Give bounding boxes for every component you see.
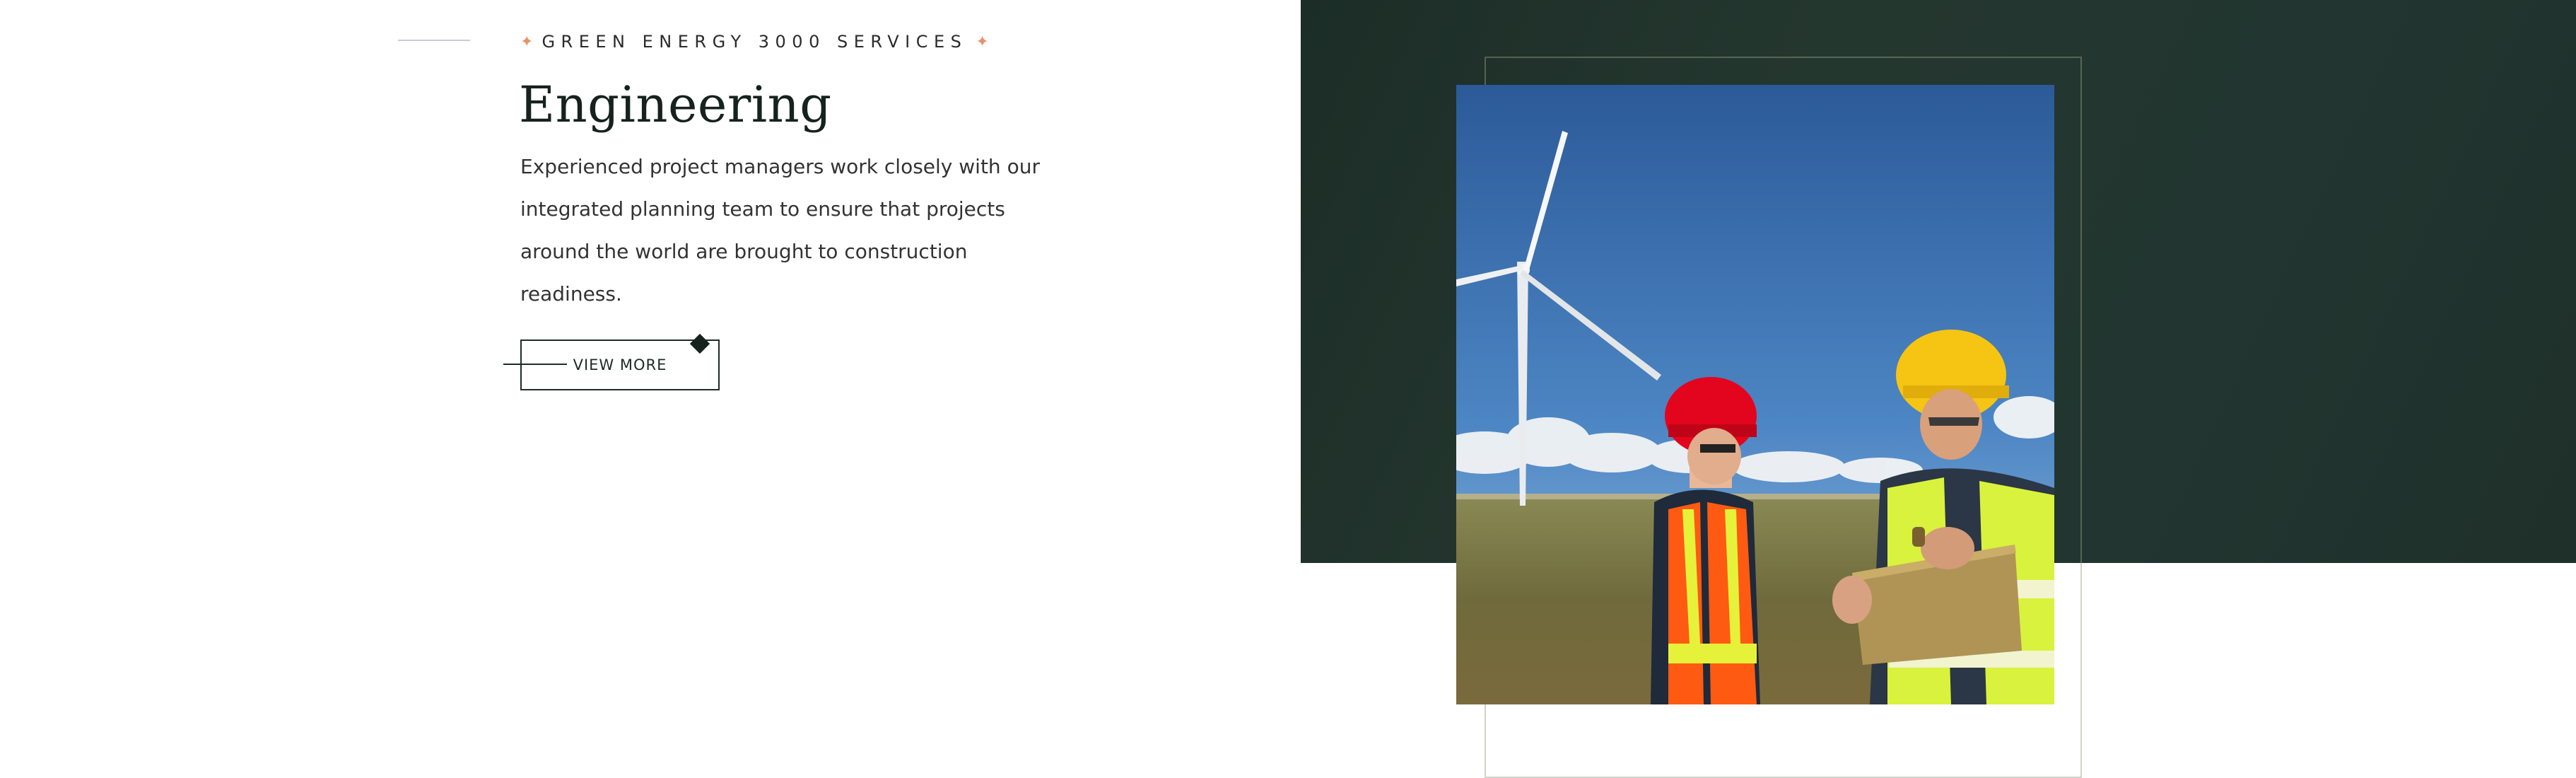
decorative-rule xyxy=(398,40,470,41)
service-title: Engineering xyxy=(519,76,832,134)
view-more-label: VIEW MORE xyxy=(573,356,667,373)
engineers-wind-turbine-photo xyxy=(1456,85,2054,704)
photo-illustration xyxy=(1456,85,2054,704)
eyebrow-text: GREEN ENERGY 3000 SERVICES xyxy=(541,32,968,52)
view-more-button[interactable]: VIEW MORE xyxy=(520,339,720,390)
sparkle-icon-left: ✦ xyxy=(520,33,534,51)
sparkle-icon-right: ✦ xyxy=(976,33,989,51)
section-eyebrow: ✦ GREEN ENERGY 3000 SERVICES ✦ xyxy=(520,30,989,54)
service-description: Experienced project managers work closel… xyxy=(520,155,1040,306)
button-accent-line xyxy=(503,364,567,365)
